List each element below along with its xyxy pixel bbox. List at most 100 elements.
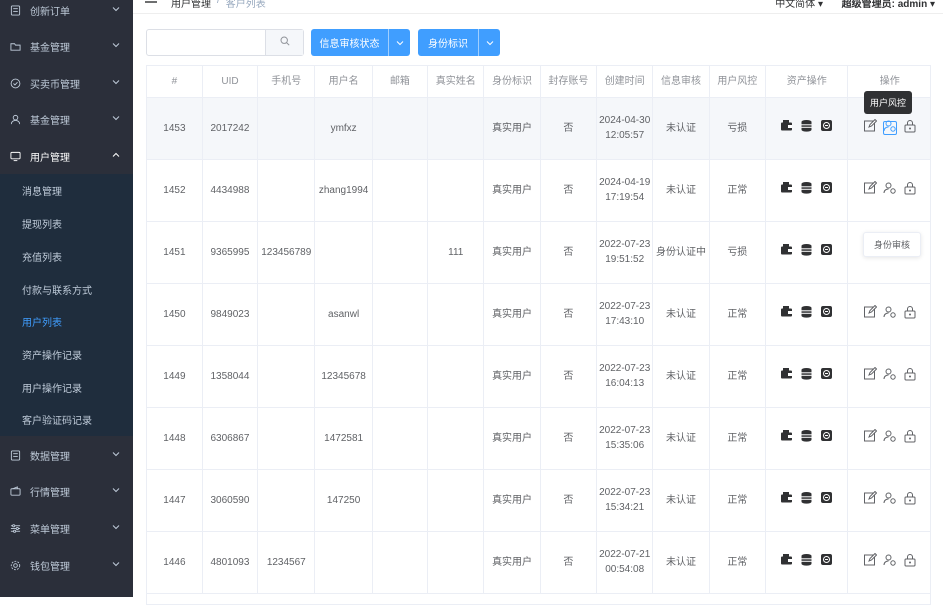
asset-coins-button[interactable] bbox=[820, 120, 834, 135]
cell-username: 12345678 bbox=[314, 345, 373, 408]
asset-coins-button[interactable] bbox=[820, 368, 834, 383]
sidebar-item-market[interactable]: 行情管理 bbox=[0, 473, 133, 510]
asset-database-button[interactable] bbox=[800, 120, 814, 135]
cell-frozen: 否 bbox=[540, 283, 598, 346]
asset-wallet-button[interactable] bbox=[780, 244, 794, 259]
user-check-icon bbox=[883, 429, 897, 448]
breadcrumb-parent[interactable]: 用户管理 bbox=[171, 0, 211, 10]
sidebar-item-data[interactable]: 数据管理 bbox=[0, 437, 133, 474]
review-tooltip: 身份审核 bbox=[863, 232, 922, 257]
cell-username bbox=[314, 221, 373, 284]
lock-button[interactable] bbox=[903, 367, 917, 386]
table-row: 1447 3060590 147250 真实用户否 2022-07-23 15:34:2… bbox=[147, 469, 930, 532]
language-select[interactable]: 中文简体 ▾ bbox=[775, 0, 823, 10]
asset-wallet-button[interactable] bbox=[780, 554, 794, 569]
cell-identity: 真实用户 bbox=[483, 407, 541, 470]
lock-button[interactable] bbox=[903, 491, 917, 507]
sidebar-item-wallet[interactable]: 钱包管理 bbox=[0, 547, 133, 584]
sidebar-subitem-captcha-log[interactable]: 客户验证码记录 bbox=[0, 403, 133, 436]
asset-coins-button[interactable] bbox=[820, 430, 834, 445]
sidebar-item-label: 数据管理 bbox=[30, 452, 70, 463]
lock-button[interactable] bbox=[903, 181, 917, 197]
risk-control-button[interactable] bbox=[883, 554, 897, 569]
edit-button[interactable] bbox=[863, 366, 877, 383]
asset-wallet-button[interactable] bbox=[780, 430, 794, 445]
risk-control-button[interactable] bbox=[883, 306, 897, 321]
lock-button[interactable] bbox=[903, 429, 917, 445]
cell-ops bbox=[847, 283, 930, 346]
cell-phone: 1234567 bbox=[257, 531, 316, 594]
cell-id: 1448 bbox=[147, 407, 203, 470]
sidebar-item-orders[interactable]: 创新订单 bbox=[0, 0, 133, 29]
asset-database-button[interactable] bbox=[800, 554, 814, 569]
sidebar-subitem-user-list[interactable]: 用户列表 bbox=[0, 305, 133, 338]
asset-wallet-button[interactable] bbox=[780, 492, 794, 507]
cell-asset-ops bbox=[765, 221, 849, 284]
asset-wallet-button[interactable] bbox=[780, 306, 794, 321]
sidebar-subitem-withdrawals[interactable]: 提现列表 bbox=[0, 207, 133, 240]
edit-button[interactable] bbox=[863, 304, 877, 321]
chevron-down-icon[interactable] bbox=[478, 29, 500, 56]
asset-coins-button[interactable] bbox=[820, 492, 834, 507]
cell-created: 2022-07-23 16:04:13 bbox=[596, 345, 654, 408]
sidebar-subitem-label: 资产操作记录 bbox=[22, 351, 82, 362]
cell-created: 2022-07-23 15:34:21 bbox=[596, 469, 654, 532]
cell-email bbox=[372, 221, 429, 284]
sidebar-item-users[interactable]: 用户管理 bbox=[0, 138, 133, 175]
search-button[interactable] bbox=[265, 30, 303, 55]
user-menu[interactable]: 超级管理员: admin ▾ bbox=[842, 0, 935, 10]
risk-control-button[interactable] bbox=[883, 429, 897, 448]
edit-button[interactable] bbox=[863, 428, 877, 445]
identity-dropdown[interactable]: 身份标识 bbox=[418, 29, 500, 56]
asset-database-button[interactable] bbox=[800, 368, 814, 383]
asset-coins-button[interactable] bbox=[820, 306, 834, 321]
header-uid: UID bbox=[202, 66, 259, 98]
sliders-icon bbox=[9, 522, 21, 534]
sidebar-subitem-asset-log[interactable]: 资产操作记录 bbox=[0, 338, 133, 371]
sidebar-item-trade[interactable]: 买卖币管理 bbox=[0, 65, 133, 102]
monitor-icon bbox=[9, 150, 21, 162]
sidebar-subitem-user-log[interactable]: 用户操作记录 bbox=[0, 371, 133, 404]
asset-wallet-button[interactable] bbox=[780, 368, 794, 383]
table-row: 1448 6306867 1472581 真实用户否 2022-07-23 15:35:… bbox=[147, 407, 930, 470]
asset-wallet-button[interactable] bbox=[780, 182, 794, 197]
database-icon bbox=[800, 491, 813, 509]
asset-database-button[interactable] bbox=[800, 491, 814, 509]
sidebar-subitem-payment[interactable]: 付款与联系方式 bbox=[0, 273, 133, 306]
asset-database-button[interactable] bbox=[800, 430, 814, 445]
chevron-down-icon bbox=[111, 522, 121, 532]
edit-button[interactable] bbox=[863, 118, 877, 135]
asset-coins-button[interactable] bbox=[820, 182, 834, 197]
asset-coins-button[interactable] bbox=[820, 244, 834, 259]
lock-button[interactable] bbox=[903, 553, 917, 569]
edit-button[interactable] bbox=[863, 490, 877, 507]
risk-control-button[interactable] bbox=[882, 120, 897, 135]
asset-database-button[interactable] bbox=[800, 182, 814, 197]
edit-button[interactable] bbox=[863, 180, 877, 197]
cell-identity: 真实用户 bbox=[483, 531, 541, 594]
search-input[interactable] bbox=[147, 30, 267, 55]
chevron-down-icon[interactable] bbox=[388, 29, 410, 56]
sidebar-item-fund[interactable]: 基金管理 bbox=[0, 28, 133, 65]
lock-button[interactable] bbox=[903, 305, 917, 321]
sidebar-subitem-messages[interactable]: 消息管理 bbox=[0, 174, 133, 207]
cell-risk: 正常 bbox=[709, 283, 766, 346]
asset-database-button[interactable] bbox=[800, 306, 814, 321]
user-table: # UID 手机号 用户名 邮箱 真实姓名 身份标识 封存账号 创建时间 信息审… bbox=[146, 65, 931, 605]
asset-coins-button[interactable] bbox=[820, 554, 834, 569]
risk-control-button[interactable] bbox=[883, 181, 897, 200]
asset-wallet-button[interactable] bbox=[780, 120, 794, 135]
asset-database-button[interactable] bbox=[800, 244, 814, 259]
hamburger-icon[interactable] bbox=[145, 0, 157, 5]
lock-icon bbox=[903, 367, 917, 386]
sidebar-item-fund-2[interactable]: 基金管理 bbox=[0, 101, 133, 138]
review-status-dropdown[interactable]: 信息审核状态 bbox=[311, 29, 410, 56]
user-check-icon bbox=[883, 181, 897, 200]
edit-button[interactable] bbox=[863, 552, 877, 569]
sidebar-item-menu[interactable]: 菜单管理 bbox=[0, 510, 133, 547]
sidebar-subitem-deposits[interactable]: 充值列表 bbox=[0, 240, 133, 273]
risk-control-button[interactable] bbox=[883, 368, 897, 383]
lock-button[interactable] bbox=[903, 119, 917, 135]
cell-uid: 9849023 bbox=[202, 283, 259, 346]
risk-control-button[interactable] bbox=[883, 492, 897, 507]
